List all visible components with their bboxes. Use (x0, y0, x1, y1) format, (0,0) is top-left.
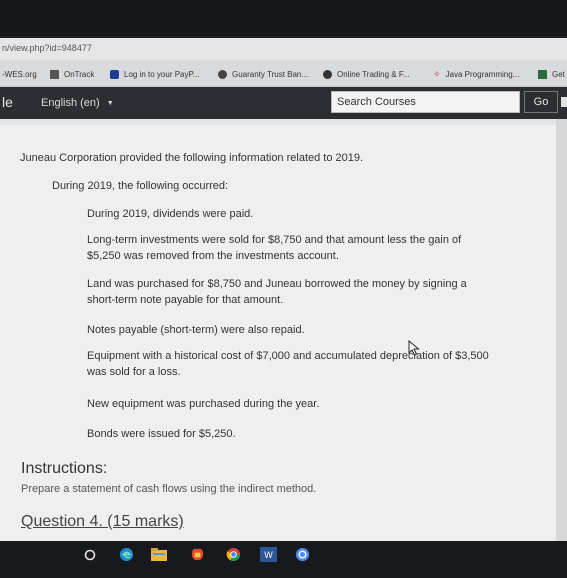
page-edge (561, 97, 567, 107)
svg-text:W: W (264, 550, 273, 560)
edge-icon[interactable] (118, 547, 134, 562)
bookmark-label: Java Programming... (445, 69, 520, 79)
trading-icon (323, 69, 332, 79)
word-icon[interactable]: W (258, 547, 278, 562)
bookmark-paypal[interactable]: Log in to your PayP... (110, 67, 199, 81)
gtbank-icon (218, 69, 227, 79)
bookmark-wes[interactable]: -WES.org (2, 67, 37, 81)
divider (0, 119, 556, 125)
bookmark-label: Get (552, 69, 565, 79)
mouse-cursor-icon (408, 340, 420, 356)
list-item: Equipment with a historical cost of $7,0… (87, 350, 489, 378)
bookmark-label: OnTrack (64, 69, 95, 79)
scrollbar[interactable] (556, 119, 567, 541)
next-question-heading[interactable]: Question 4. (15 marks) (21, 513, 184, 531)
bookmark-label: Log in to your PayP... (124, 69, 200, 79)
bookmarks-bar: -WES.org OnTrack Log in to your PayP... … (0, 60, 567, 87)
search-courses-input[interactable]: Search Courses (331, 91, 520, 113)
bookmark-trading[interactable]: Online Trading & F... (323, 67, 409, 81)
list-item: Long-term investments were sold for $8,7… (87, 234, 462, 262)
store-icon[interactable] (188, 547, 206, 562)
bookmark-label: Guaranty Trust Ban... (232, 69, 309, 79)
language-label: English (en) (41, 97, 100, 109)
monitor-bezel (0, 0, 567, 36)
ontrack-icon (50, 69, 59, 79)
bookmark-gtbank[interactable]: Guaranty Trust Ban... (218, 67, 308, 81)
list-item: Bonds were issued for $5,250. (87, 428, 236, 440)
bookmark-label: -WES.org (2, 69, 37, 79)
question-content: Juneau Corporation provided the followin… (0, 119, 556, 541)
list-item: Land was purchased for $8,750 and Juneau… (87, 278, 467, 306)
java-icon: ✧ (433, 68, 441, 79)
language-menu[interactable]: English (en) ▼ (41, 97, 114, 109)
instructions-text: Prepare a statement of cash flows using … (21, 483, 317, 495)
search-placeholder: Search Courses (337, 96, 416, 108)
bookmark-label: Online Trading & F... (337, 69, 410, 79)
list-item: New equipment was purchased during the y… (87, 398, 320, 410)
bookmark-get[interactable]: Get (538, 67, 565, 81)
bookmark-ontrack[interactable]: OnTrack (50, 67, 94, 81)
address-bar[interactable]: n/view.php?id=948477 (0, 38, 567, 60)
file-explorer-icon[interactable] (150, 547, 168, 562)
start-icon[interactable] (82, 547, 98, 562)
question-intro: Juneau Corporation provided the followin… (20, 152, 364, 164)
bookmark-java[interactable]: ✧ Java Programming... (433, 67, 519, 81)
go-button[interactable]: Go (524, 91, 558, 113)
list-item: During 2019, dividends were paid. (87, 208, 254, 220)
chrome-icon[interactable] (224, 547, 242, 562)
url-text: n/view.php?id=948477 (2, 43, 92, 53)
site-brand[interactable]: le (2, 94, 13, 110)
question-during: During 2019, the following occurred: (52, 180, 229, 192)
paypal-icon (110, 69, 119, 79)
taskbar: W (0, 541, 567, 578)
app-icon (538, 69, 547, 79)
list-item: Notes payable (short-term) were also rep… (87, 324, 305, 336)
instructions-heading: Instructions: (21, 460, 108, 477)
site-header: le English (en) ▼ Search Courses Go (0, 87, 567, 119)
caret-down-icon: ▼ (106, 99, 114, 107)
app-icon[interactable] (293, 547, 311, 562)
